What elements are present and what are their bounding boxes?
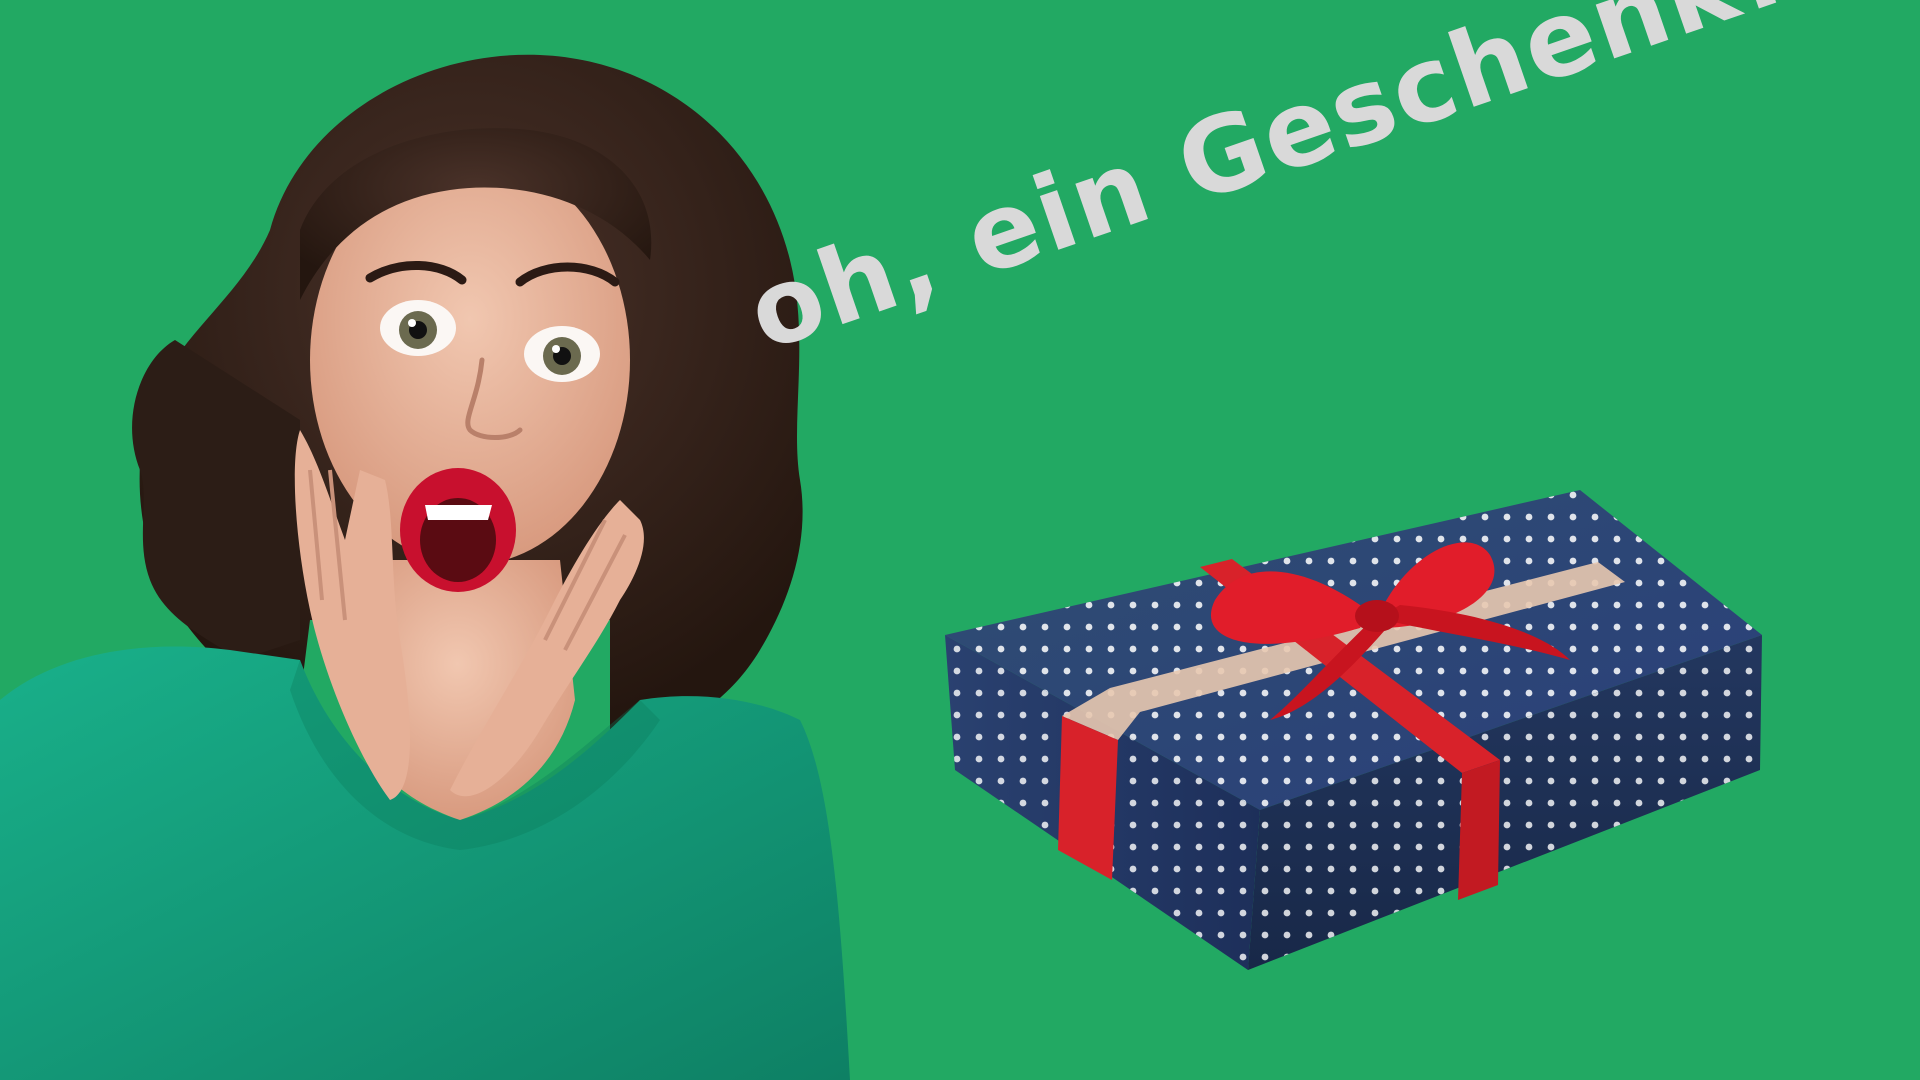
scene: oh, ein Geschenk!!! xyxy=(0,0,1920,1080)
gift-box-image xyxy=(945,490,1762,970)
